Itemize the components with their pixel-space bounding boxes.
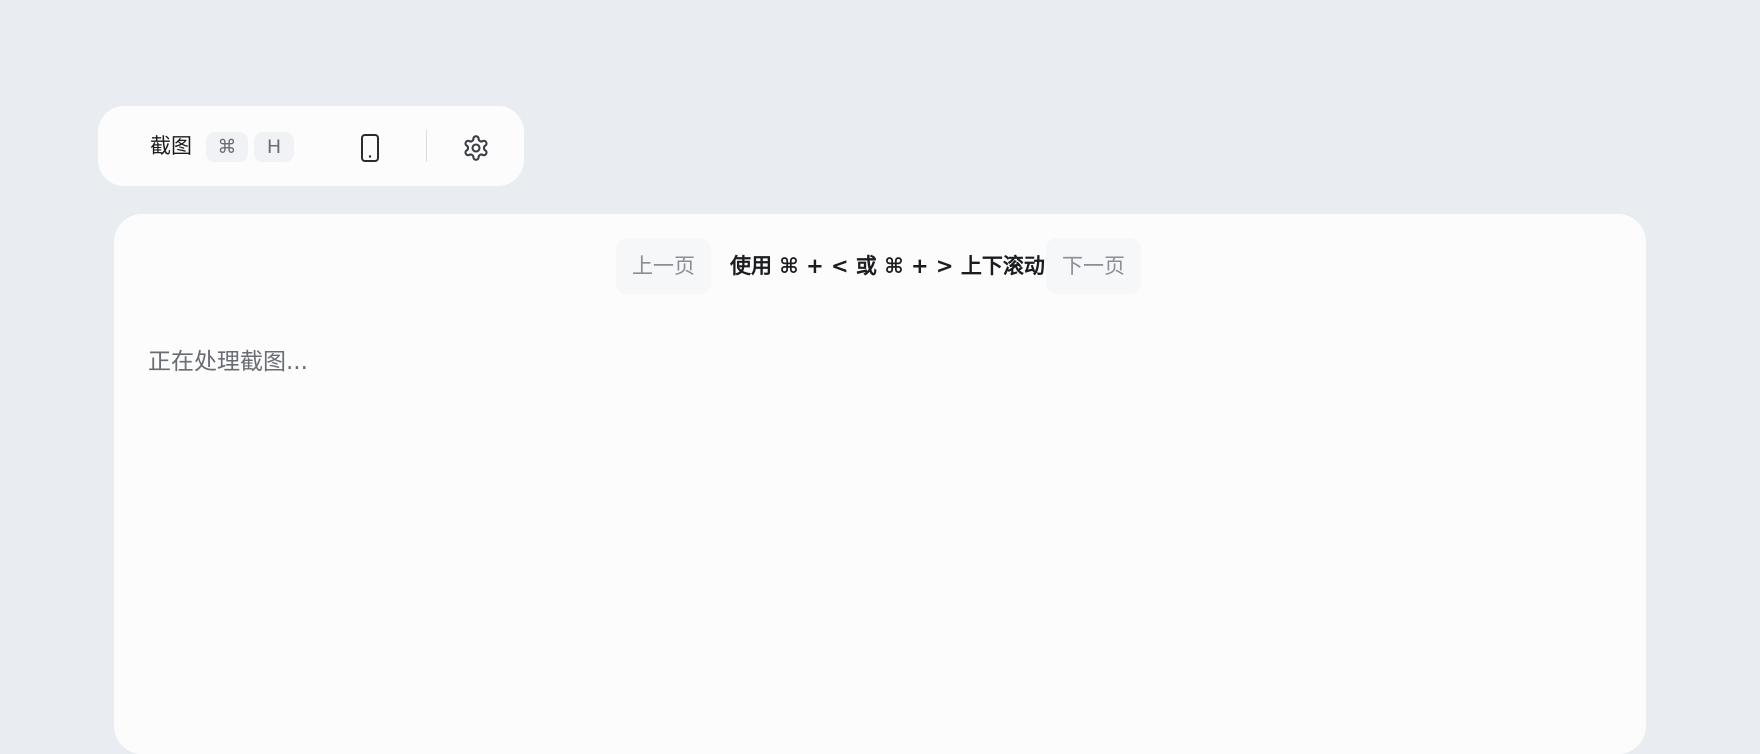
- screenshot-panel: 上一页 使用 ⌘ + < 或 ⌘ + > 上下滚动 下一页 正在处理截图...: [114, 214, 1646, 754]
- screenshot-label[interactable]: 截图: [150, 106, 192, 186]
- shortcut-key-h: H: [254, 132, 294, 162]
- processing-status: 正在处理截图...: [148, 349, 308, 375]
- next-page-button[interactable]: 下一页: [1046, 238, 1141, 294]
- prev-page-button[interactable]: 上一页: [616, 238, 711, 294]
- shortcut-key-cmd: ⌘: [206, 132, 248, 162]
- scroll-hint: 使用 ⌘ + < 或 ⌘ + > 上下滚动: [730, 254, 1045, 278]
- device-toggle-button[interactable]: [350, 128, 390, 168]
- phone-device-icon: [361, 134, 379, 162]
- settings-button[interactable]: [456, 128, 496, 168]
- toolbar-divider: [426, 130, 427, 162]
- gear-icon: [464, 135, 488, 161]
- screenshot-toolbar: 截图 ⌘ H: [98, 106, 524, 186]
